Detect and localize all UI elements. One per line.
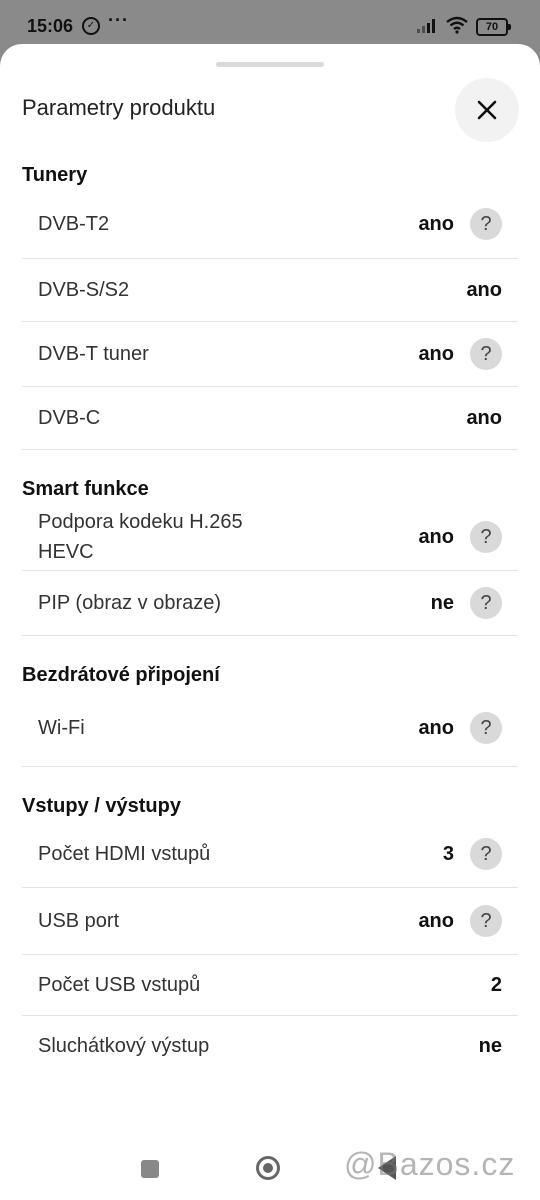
parameter-row: Sluchátkový výstup ne (22, 1016, 518, 1076)
parameter-label: DVB-T tuner (38, 343, 149, 365)
parameter-row: Počet HDMI vstupů 3? (22, 821, 518, 888)
parameter-row: DVB-C ano (22, 387, 518, 450)
parameter-value: ano (418, 909, 454, 932)
parameter-label: DVB-S/S2 (38, 279, 130, 301)
wifi-icon (446, 16, 468, 34)
parameter-value: ano (418, 342, 454, 365)
parameter-value: 3 (442, 842, 454, 865)
parameter-label: Počet HDMI vstupů (38, 843, 211, 865)
watermark-text: @Bazos.cz (344, 1146, 516, 1182)
help-icon[interactable]: ? (470, 338, 502, 370)
section-title: Tunery (22, 164, 88, 186)
status-time: 15:06 (27, 16, 74, 36)
help-icon[interactable]: ? (470, 208, 502, 240)
parameter-label: USB port (38, 910, 120, 932)
parameter-value: 2 (490, 973, 502, 996)
parameter-value: ne (430, 591, 454, 614)
parameter-value: ano (466, 406, 502, 429)
check-circle-icon: ✓ (82, 17, 100, 35)
signal-icon (417, 19, 439, 33)
parameter-label: DVB-C (38, 407, 101, 429)
parameter-row: DVB-S/S2 ano (22, 259, 518, 322)
parameter-value: ano (418, 716, 454, 739)
sheet-title: Parametry produktu (22, 95, 216, 120)
parameters-list: Tunery DVB-T2 ano? DVB-S/S2 ano DVB-T tuner an… (0, 160, 540, 1076)
close-icon (477, 100, 497, 120)
drag-handle[interactable] (216, 62, 324, 67)
parameter-row: DVB-T2 ano? (22, 190, 518, 259)
more-notifications-icon: ··· (108, 10, 129, 30)
help-icon[interactable]: ? (470, 712, 502, 744)
parameter-label: Počet USB vstupů (38, 974, 201, 996)
parameter-row: USB port ano? (22, 888, 518, 955)
parameter-label: Sluchátkový výstup (38, 1035, 210, 1057)
parameter-value: ano (418, 525, 454, 548)
parameter-label: DVB-T2 (38, 213, 110, 235)
battery-icon: 70 (476, 18, 511, 36)
parameter-row: Počet USB vstupů 2 (22, 955, 518, 1016)
section-title: Smart funkce (22, 478, 149, 500)
section-title: Vstupy / výstupy (22, 795, 181, 817)
recents-button[interactable] (141, 1160, 159, 1178)
parameter-label: Podpora kodeku H.265 HEVC (38, 511, 243, 563)
parameter-row: PIP (obraz v obraze) ne? (22, 571, 518, 636)
help-icon[interactable]: ? (470, 521, 502, 553)
product-parameters-sheet: Parametry produktu Tunery DVB-T2 ano? DVB-S… (0, 44, 540, 1136)
help-icon[interactable]: ? (470, 905, 502, 937)
parameter-row: Podpora kodeku H.265 HEVC ano? (22, 504, 518, 571)
parameter-value: ano (418, 212, 454, 235)
parameter-row: Wi-Fi ano? (22, 690, 518, 767)
close-button[interactable] (455, 78, 519, 142)
help-icon[interactable]: ? (470, 587, 502, 619)
section-title: Bezdrátové připojení (22, 664, 220, 686)
home-button[interactable] (256, 1156, 280, 1180)
parameter-label: PIP (obraz v obraze) (38, 592, 222, 614)
parameter-value: ne (478, 1034, 502, 1057)
parameter-label: Wi-Fi (38, 717, 85, 739)
help-icon[interactable]: ? (470, 838, 502, 870)
parameter-row: DVB-T tuner ano? (22, 322, 518, 387)
status-bar: 15:06 ✓ ··· 70 (0, 0, 540, 50)
parameter-value: ano (466, 278, 502, 301)
